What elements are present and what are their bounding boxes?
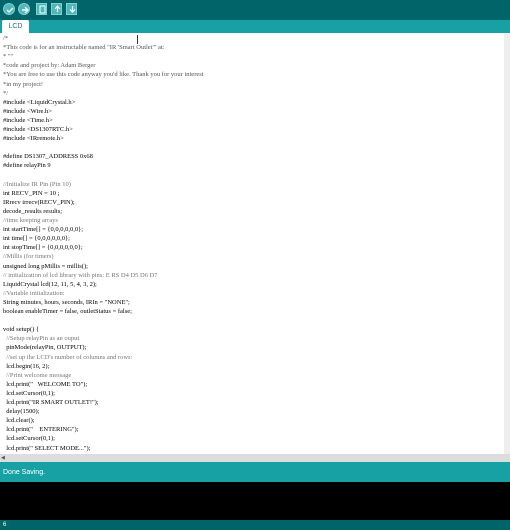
code-line: lcd.print(" ENTERING");	[3, 426, 79, 434]
toolbar	[0, 0, 510, 20]
status-bar: Done Saving.	[0, 462, 510, 482]
code-line: IRrecv irrecv(RECV_PIN);	[3, 198, 75, 206]
code-line: //time keeping arrays	[3, 217, 58, 224]
vertical-scrollbar[interactable]	[504, 33, 510, 454]
code-line: /*	[3, 35, 9, 42]
code-line: // initialization of lcd library with pi…	[3, 271, 158, 279]
code-line: int time[] = {0,0,0,0,0,0};	[3, 235, 70, 243]
save-file-icon[interactable]	[66, 3, 77, 15]
code-line: int RECV_PIN = 10 ;	[3, 189, 60, 197]
code-line: unsigned long pMillis = millis();	[3, 262, 88, 270]
code-line: #include <IRremote.h>	[3, 135, 64, 143]
code-line: #define DS1307_ADDRESS 0x68	[3, 153, 93, 161]
code-line: lcd.begin(16, 2);	[3, 362, 50, 370]
code-line: #include <Time.h>	[3, 116, 53, 124]
code-line: LiquidCrystal lcd(12, 11, 5, 4, 3, 2);	[3, 280, 97, 288]
code-line: boolean enableTimer = false, outletStatu…	[3, 308, 132, 315]
open-file-icon[interactable]	[51, 3, 62, 15]
code-line: #include <Wire.h>	[3, 107, 52, 115]
code-line: #include <DS1307RTC.h>	[3, 126, 73, 133]
horizontal-scrollbar[interactable]: ◀	[0, 454, 510, 462]
upload-icon[interactable]	[18, 3, 30, 15]
code-line: //Print welcome message	[3, 371, 72, 379]
code-line: int stopTime[] = {0,0,0,0,0,0};	[3, 244, 83, 252]
code-line: delay(1500);	[3, 408, 40, 416]
code-line: * ""	[3, 53, 14, 61]
code-line: pinMode(relayPin, OUTPUT);	[3, 344, 87, 352]
code-line: //Initialize IR Pin (Pin 10)	[3, 180, 71, 188]
code-line: decode_results results;	[3, 207, 63, 215]
code-line: lcd.print(" SELECT MODE...");	[3, 444, 91, 452]
code-line: *in my project!	[3, 80, 44, 88]
code-line: */	[3, 89, 9, 97]
code-line: //Variable initialization:	[3, 289, 65, 297]
code-line: String minutes, hours, seconds, IRIn = "…	[3, 298, 130, 306]
console-output[interactable]	[0, 482, 510, 520]
status-message: Done Saving.	[3, 469, 46, 476]
code-line: //Millis (for timers)	[3, 253, 54, 261]
code-line: *code and project by: Adam Berger	[3, 62, 96, 70]
code-line: //set up the LCD's number of columns and…	[3, 353, 133, 361]
scroll-left-icon[interactable]: ◀	[1, 455, 5, 461]
code-line: #define relayPin 9	[3, 162, 51, 170]
code-line: lcd.setCursor(0,1);	[3, 389, 55, 397]
line-number: 6	[3, 522, 7, 528]
code-line: lcd.print(" WELCOME TO");	[3, 380, 88, 388]
tab-lcd[interactable]: LCD	[2, 20, 29, 33]
code-line: lcd.setCursor(0,1);	[3, 435, 55, 443]
code-line: lcd.print("IR SMART OUTLET!");	[3, 399, 99, 406]
verify-icon[interactable]	[3, 3, 15, 15]
code-line: lcd.clear();	[3, 417, 35, 425]
footer-bar: 6	[0, 520, 510, 530]
text-cursor	[137, 35, 138, 44]
new-file-icon[interactable]	[36, 3, 47, 15]
code-line: int startTime[] = {0,0,0,0,0,0};	[3, 226, 84, 234]
code-line: #include <LiquidCrystal.h>	[3, 98, 76, 106]
tab-bar	[0, 20, 510, 33]
code-line: *This code is for an instructable named …	[3, 44, 165, 52]
code-editor[interactable]: /* *This code is for an instructable name…	[0, 33, 504, 454]
code-line: //Setup relayPin as an ouput	[3, 335, 80, 343]
code-line: void setup() {	[3, 326, 39, 334]
code-line: *You are free to use this code anyway yo…	[3, 71, 204, 79]
